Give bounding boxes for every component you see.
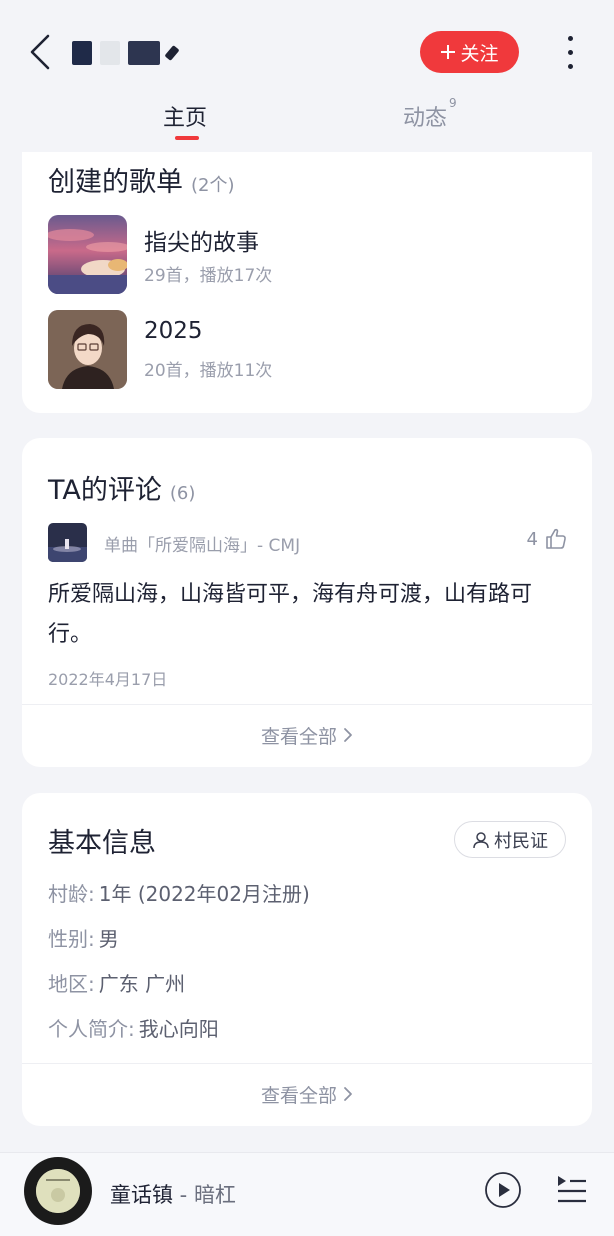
- info-row-age: 村龄: 1年 (2022年02月注册): [48, 878, 310, 907]
- album-art-image: [36, 1169, 80, 1213]
- info-label: 性别:: [48, 927, 95, 951]
- follow-label: 关注: [460, 42, 499, 65]
- info-label: 地区:: [48, 972, 95, 996]
- playlist-item[interactable]: 指尖的故事 29首，播放17次: [48, 215, 568, 295]
- profile-header: 关注 主页 动态 9: [0, 0, 614, 152]
- playlists-title-text: 创建的歌单: [48, 167, 183, 198]
- playlists-count: (2个): [191, 175, 235, 196]
- chevron-left-icon: [30, 34, 50, 70]
- now-playing-song: 童话镇: [110, 1183, 173, 1207]
- view-all-label: 查看全部: [260, 1084, 337, 1107]
- thumbs-up-icon: [546, 528, 566, 549]
- play-icon: [485, 1172, 521, 1208]
- playlist-cover: [48, 310, 127, 389]
- basic-info-card: 基本信息 村民证 村龄: 1年 (2022年02月注册) 性别: 男 地区: 广东 广…: [22, 793, 592, 1126]
- playlist-meta: 20首，播放11次: [144, 361, 273, 381]
- now-playing-text[interactable]: 童话镇 - 暗杠: [110, 1179, 236, 1209]
- dot-icon: [567, 35, 573, 41]
- comment-song-row[interactable]: 单曲「所爱隔山海」- CMJ 4: [48, 523, 568, 563]
- mini-player[interactable]: 童话镇 - 暗杠: [0, 1152, 614, 1236]
- info-view-all-button[interactable]: 查看全部: [22, 1064, 592, 1124]
- comment-date: 2022年4月17日: [48, 670, 168, 689]
- comments-title-text: TA的评论: [48, 475, 162, 506]
- tab-home-label: 主页: [163, 106, 208, 131]
- redacted-block: [128, 41, 160, 65]
- villager-id-button[interactable]: 村民证: [454, 821, 566, 858]
- playlist-cover-image: [48, 215, 127, 294]
- info-label: 个人简介:: [48, 1017, 135, 1041]
- villager-id-label: 村民证: [494, 830, 548, 852]
- playlist-name: 指尖的故事: [144, 230, 259, 256]
- follow-button[interactable]: 关注: [420, 31, 519, 73]
- info-row-region: 地区: 广东 广州: [48, 968, 185, 997]
- back-button[interactable]: [22, 30, 58, 74]
- info-value: 男: [98, 927, 119, 951]
- comment-song-label: 单曲「所爱隔山海」- CMJ: [104, 536, 301, 556]
- album-disc[interactable]: [24, 1157, 92, 1225]
- user-name-redacted: [72, 38, 222, 68]
- info-title-text: 基本信息: [48, 828, 156, 859]
- chevron-right-icon: [344, 1087, 352, 1101]
- now-playing-separator: -: [173, 1183, 194, 1207]
- like-count: 4: [526, 528, 538, 550]
- info-row-gender: 性别: 男: [48, 923, 119, 952]
- comments-count: (6): [169, 483, 196, 504]
- more-options-button[interactable]: [552, 30, 588, 74]
- view-all-label: 查看全部: [260, 725, 337, 748]
- like-button[interactable]: 4: [527, 527, 568, 551]
- info-value: 我心向阳: [138, 1017, 219, 1041]
- play-button[interactable]: [484, 1171, 522, 1209]
- song-cover-image: [48, 523, 87, 562]
- playlists-title: 创建的歌单 (2个): [48, 160, 235, 199]
- info-row-bio: 个人简介: 我心向阳: [48, 1013, 219, 1042]
- playlist-queue-button[interactable]: [556, 1173, 588, 1205]
- dot-icon: [567, 63, 573, 69]
- now-playing-artist: 暗杠: [193, 1183, 236, 1207]
- redacted-block: [164, 45, 180, 61]
- dot-icon: [567, 49, 573, 55]
- album-art: [36, 1169, 80, 1213]
- redacted-block: [100, 41, 120, 65]
- redacted-block: [72, 41, 92, 65]
- playlist-cover: [48, 215, 127, 294]
- playlist-item[interactable]: 2025 20首，播放11次: [48, 310, 568, 390]
- comments-card: TA的评论 (6) 单曲「所爱隔山海」- CMJ 4 所爱隔山海，山海皆可平，海…: [22, 438, 592, 767]
- tab-feed-label: 动态: [403, 106, 448, 131]
- tab-feed[interactable]: 动态 9: [403, 96, 457, 140]
- info-title: 基本信息: [48, 821, 156, 860]
- playlist-name: 2025: [144, 318, 203, 344]
- playlist-cover-image: [48, 310, 127, 389]
- comments-view-all-button[interactable]: 查看全部: [22, 705, 592, 765]
- info-value: 广东 广州: [98, 972, 186, 996]
- chevron-right-icon: [344, 728, 352, 742]
- playlist-meta: 29首，播放17次: [144, 266, 273, 286]
- info-value: 1年 (2022年02月注册): [98, 882, 310, 906]
- comments-title: TA的评论 (6): [48, 468, 195, 507]
- song-thumbnail: [48, 523, 87, 562]
- plus-icon: [441, 45, 456, 59]
- tab-home[interactable]: 主页: [163, 100, 207, 140]
- comment-text: 所爱隔山海，山海皆可平，海有舟可渡，山有路可行。: [48, 582, 533, 647]
- created-playlists-card: 创建的歌单 (2个) 指尖的故事 29首，播放17次 2025 20首，播放11…: [22, 130, 592, 413]
- active-tab-indicator: [175, 136, 199, 140]
- queue-icon: [558, 1176, 586, 1203]
- tab-feed-badge: 9: [449, 96, 457, 110]
- info-label: 村龄:: [48, 882, 95, 906]
- person-icon: [473, 831, 489, 848]
